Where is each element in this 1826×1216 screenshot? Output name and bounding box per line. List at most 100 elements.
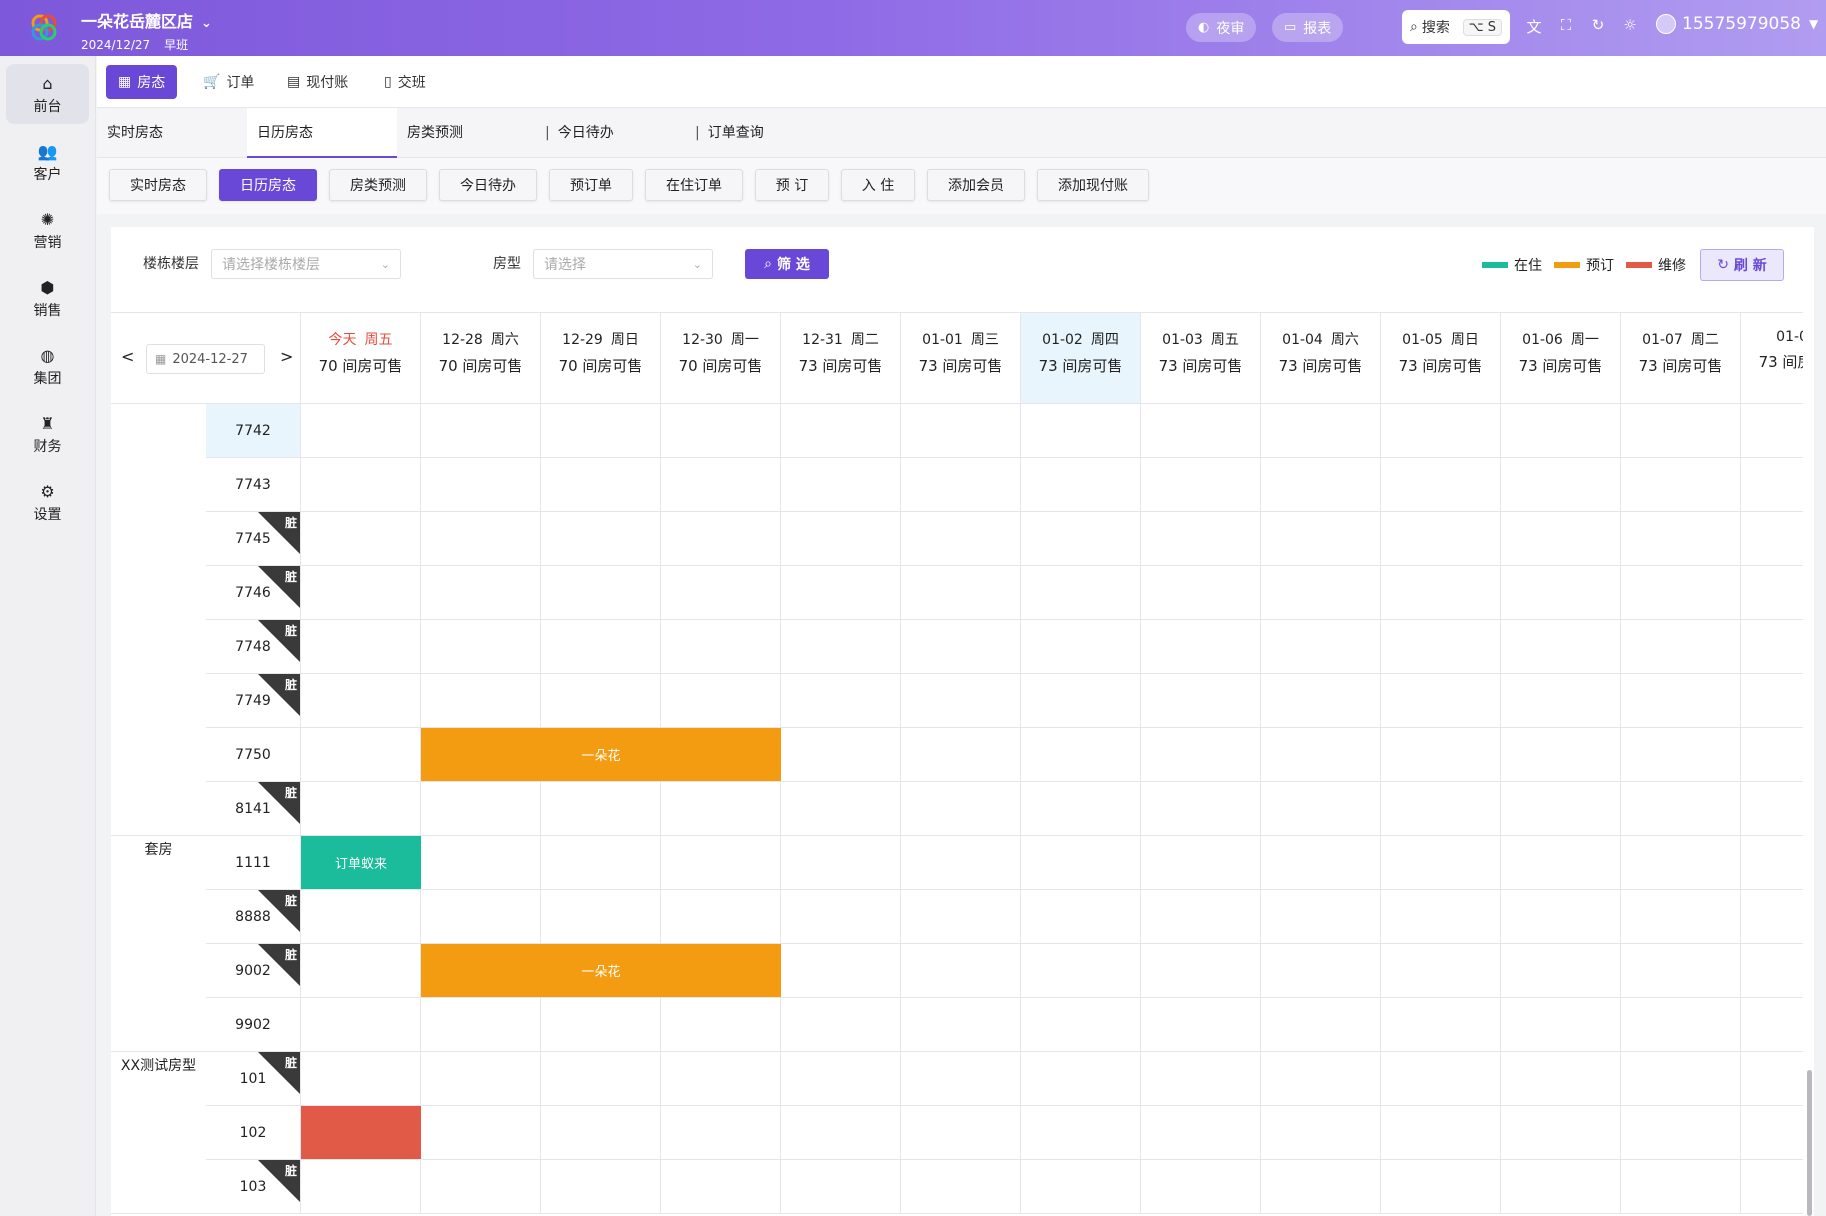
date-picker[interactable]: ▦ 2024-12-27 (146, 344, 265, 374)
tab-shift-handover[interactable]: ▯ 交班 (372, 65, 438, 99)
column-date-text: 01-02 (1042, 332, 1083, 348)
room-number-cell[interactable]: 101 脏 (206, 1052, 301, 1106)
add-member-button[interactable]: 添加会员 (927, 169, 1025, 201)
column-date-text: 01-07 (1642, 332, 1683, 348)
tab-room-status[interactable]: ▦ 房态 (106, 65, 178, 99)
room-number-cell[interactable]: 7750 (206, 728, 301, 782)
refresh-button[interactable]: ↻ 刷 新 (1700, 249, 1784, 281)
sidebar-item-marketing[interactable]: ✺ 营销 (6, 200, 89, 260)
sidebar-item-sales[interactable]: ⬢ 销售 (6, 268, 89, 328)
next-date-button[interactable]: > (280, 347, 293, 366)
night-audit-button[interactable]: ◐ 夜审 (1186, 13, 1257, 42)
column-availability: 73 间房可售 (1158, 357, 1243, 375)
prev-date-button[interactable]: < (121, 347, 134, 366)
room-number: 102 (239, 1124, 267, 1141)
group-divider (111, 1051, 206, 1052)
column-divider (1500, 404, 1501, 1214)
subtab-calendar[interactable]: 日历房态 (247, 108, 397, 158)
column-availability: 73 间房可售 (1278, 357, 1363, 375)
translate-icon[interactable]: 文 (1524, 16, 1544, 37)
room-number-cell[interactable]: 8888 脏 (206, 890, 301, 944)
date-column-header: 12-29 周日 70 间房可售 (541, 313, 661, 404)
vertical-scrollbar[interactable] (1807, 1070, 1812, 1216)
chart-board-icon: ▭ (1284, 20, 1297, 35)
floor-select[interactable]: 请选择楼栋楼层 ⌄ (211, 249, 401, 279)
date-column-header: 12-30 周一 70 间房可售 (661, 313, 781, 404)
room-number-cell[interactable]: 9002 脏 (206, 944, 301, 998)
room-number-cell[interactable]: 7746 脏 (206, 566, 301, 620)
report-button[interactable]: ▭ 报表 (1272, 13, 1344, 42)
roomtype-label: 房型 (493, 256, 521, 272)
room-number-cell[interactable]: 103 脏 (206, 1160, 301, 1214)
room-number-cell[interactable]: 7743 (206, 458, 301, 512)
sidebar-item-finance[interactable]: ♜ 财务 (6, 404, 89, 464)
user-menu[interactable]: 15575979058 ▼ (1656, 14, 1818, 34)
dirty-label: 脏 (284, 1164, 297, 1178)
column-divider (1740, 404, 1741, 1214)
column-date-text: 01-01 (922, 332, 963, 348)
booking-block[interactable]: 订单蚁来 (301, 836, 421, 889)
subtab-order-query[interactable]: 订单查询 (695, 108, 764, 158)
booking-block[interactable]: 一朵花 (421, 944, 781, 997)
dirty-label: 脏 (284, 894, 297, 908)
subtab-realtime[interactable]: 实时房态 (107, 108, 163, 158)
booking-block[interactable]: 一朵花 (421, 728, 781, 781)
room-number-cell[interactable]: 7749 脏 (206, 674, 301, 728)
row-divider (301, 781, 1803, 782)
room-number-cell[interactable]: 9902 (206, 998, 301, 1052)
room-number-cell[interactable]: 8141 脏 (206, 782, 301, 836)
search-icon: ⌕ (764, 256, 772, 272)
forecast-button[interactable]: 房类预测 (329, 169, 427, 201)
column-date-text: 今天 (328, 332, 357, 348)
sidebar: ⌂ 前台 👥 客户 ✺ 营销 ⬢ 销售 ◍ 集团 ♜ 财务 ⚙ 设置 (0, 56, 96, 1216)
date-column-header: 12-28 周六 70 间房可售 (421, 313, 541, 404)
check-in-button[interactable]: 入 住 (841, 169, 915, 201)
sidebar-item-frontdesk[interactable]: ⌂ 前台 (6, 64, 89, 124)
room-number-cell[interactable]: 7748 脏 (206, 620, 301, 674)
column-weekday: 周一 (730, 332, 759, 348)
store-name: 一朵花岳麓区店 (81, 12, 194, 31)
row-divider (301, 835, 1803, 836)
realtime-status-button[interactable]: 实时房态 (109, 169, 207, 201)
store-switcher[interactable]: 一朵花岳麓区店 ⌄ (81, 8, 212, 32)
fullscreen-icon[interactable]: ⛶ (1556, 16, 1576, 34)
roomtype-select[interactable]: 请选择 ⌄ (533, 249, 713, 279)
subtab-forecast[interactable]: 房类预测 (407, 108, 463, 158)
column-date-text: 01-08 (1776, 329, 1803, 345)
booking-block[interactable] (301, 1106, 421, 1159)
calendar-grid: < ▦ 2024-12-27 > 今天 周五 70 间房可售 12-28 周六 70 间房… (111, 312, 1803, 1216)
moon-icon: ◐ (1198, 20, 1210, 35)
in-house-orders-button[interactable]: 在住订单 (645, 169, 743, 201)
tab-cash-account[interactable]: ▤ 现付账 (275, 65, 360, 99)
wallet-icon: ⬢ (40, 278, 55, 297)
room-number-cell[interactable]: 7742 (206, 404, 301, 458)
filter-button[interactable]: ⌕ 筛 选 (745, 249, 829, 279)
column-weekday: 周三 (970, 332, 999, 348)
row-divider (301, 997, 1803, 998)
column-date: 01-05 周日 (1381, 329, 1500, 349)
reservations-button[interactable]: 预订单 (549, 169, 633, 201)
column-divider (420, 404, 421, 1214)
reserve-button[interactable]: 预 订 (755, 169, 829, 201)
sidebar-item-settings[interactable]: ⚙ 设置 (6, 472, 89, 532)
sidebar-item-group[interactable]: ◍ 集团 (6, 336, 89, 396)
room-number-cell[interactable]: 102 (206, 1106, 301, 1160)
sub-tabs: 实时房态 日历房态 房类预测 今日待办 订单查询 (97, 108, 1826, 158)
sun-icon[interactable]: ☼ (1620, 16, 1640, 34)
column-date: 01-03 周五 (1141, 329, 1260, 349)
calendar-status-button[interactable]: 日历房态 (219, 169, 317, 201)
room-number-cell[interactable]: 1111 (206, 836, 301, 890)
today-todo-button[interactable]: 今日待办 (439, 169, 537, 201)
room-number-cell[interactable]: 7745 脏 (206, 512, 301, 566)
dirty-label: 脏 (284, 678, 297, 692)
dirty-label: 脏 (284, 786, 297, 800)
home-icon: ⌂ (42, 74, 53, 93)
add-cash-account-button[interactable]: 添加现付账 (1037, 169, 1149, 201)
tab-orders[interactable]: 🛒 订单 (191, 65, 266, 99)
sidebar-item-customers[interactable]: 👥 客户 (6, 132, 89, 192)
gear-icon: ⚙ (40, 482, 55, 501)
reload-icon[interactable]: ↻ (1588, 16, 1608, 34)
column-weekday: 周五 (1210, 332, 1239, 348)
global-search[interactable]: ⌕ 搜索 ⌥ S (1402, 10, 1510, 44)
subtab-todo[interactable]: 今日待办 (545, 108, 614, 158)
